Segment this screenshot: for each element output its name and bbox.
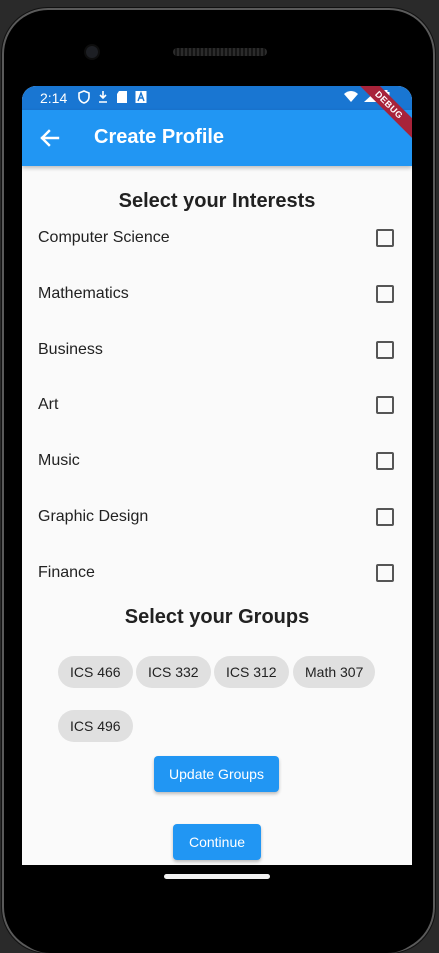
group-chip[interactable]: ICS 496: [58, 710, 133, 742]
earpiece-speaker: [173, 48, 267, 56]
interest-item-finance[interactable]: Finance: [38, 545, 394, 601]
interest-label: Computer Science: [38, 229, 170, 246]
wifi-icon: [344, 91, 358, 102]
group-chip[interactable]: ICS 312: [214, 656, 289, 688]
groups-title: Select your Groups: [124, 606, 310, 628]
front-camera: [86, 46, 98, 58]
group-chip[interactable]: ICS 332: [136, 656, 211, 688]
interest-label: Music: [38, 452, 80, 469]
group-chip[interactable]: ICS 466: [58, 656, 133, 688]
status-left-icons: [78, 90, 147, 104]
interest-item-mathematics[interactable]: Mathematics: [38, 266, 394, 322]
home-indicator[interactable]: [164, 874, 270, 879]
status-bar: 2:14: [22, 86, 412, 110]
interest-label: Mathematics: [38, 285, 129, 302]
continue-button[interactable]: Continue: [173, 824, 261, 860]
interest-label: Business: [38, 341, 103, 358]
interest-checkbox[interactable]: [376, 229, 394, 247]
interest-checkbox[interactable]: [376, 285, 394, 303]
status-time: 2:14: [40, 90, 68, 106]
shield-icon: [78, 90, 90, 104]
download-icon: [99, 91, 107, 103]
sd-card-icon: [117, 91, 127, 103]
interest-checkbox[interactable]: [376, 396, 394, 414]
interest-checkbox[interactable]: [376, 341, 394, 359]
group-chip[interactable]: Math 307: [293, 656, 376, 688]
page-title: Create Profile: [94, 126, 225, 148]
update-groups-button[interactable]: Update Groups: [154, 756, 279, 792]
interest-label: Graphic Design: [38, 508, 149, 525]
interest-checkbox[interactable]: [376, 564, 394, 582]
app-screen: 2:14 Create Profile DEBUG Select your In…: [22, 86, 412, 865]
interest-item-business[interactable]: Business: [38, 322, 394, 378]
app-bar: Create Profile: [22, 110, 412, 166]
interest-label: Art: [38, 396, 59, 413]
interest-checkbox[interactable]: [376, 508, 394, 526]
interest-label: Finance: [38, 564, 95, 581]
interest-item-music[interactable]: Music: [38, 433, 394, 489]
a-icon: [135, 91, 147, 103]
interest-item-graphic-design[interactable]: Graphic Design: [38, 489, 394, 545]
interest-item-computer-science[interactable]: Computer Science: [38, 210, 394, 266]
arrow-back-icon[interactable]: [36, 124, 64, 152]
interest-item-art[interactable]: Art: [38, 377, 394, 433]
interest-checkbox[interactable]: [376, 452, 394, 470]
